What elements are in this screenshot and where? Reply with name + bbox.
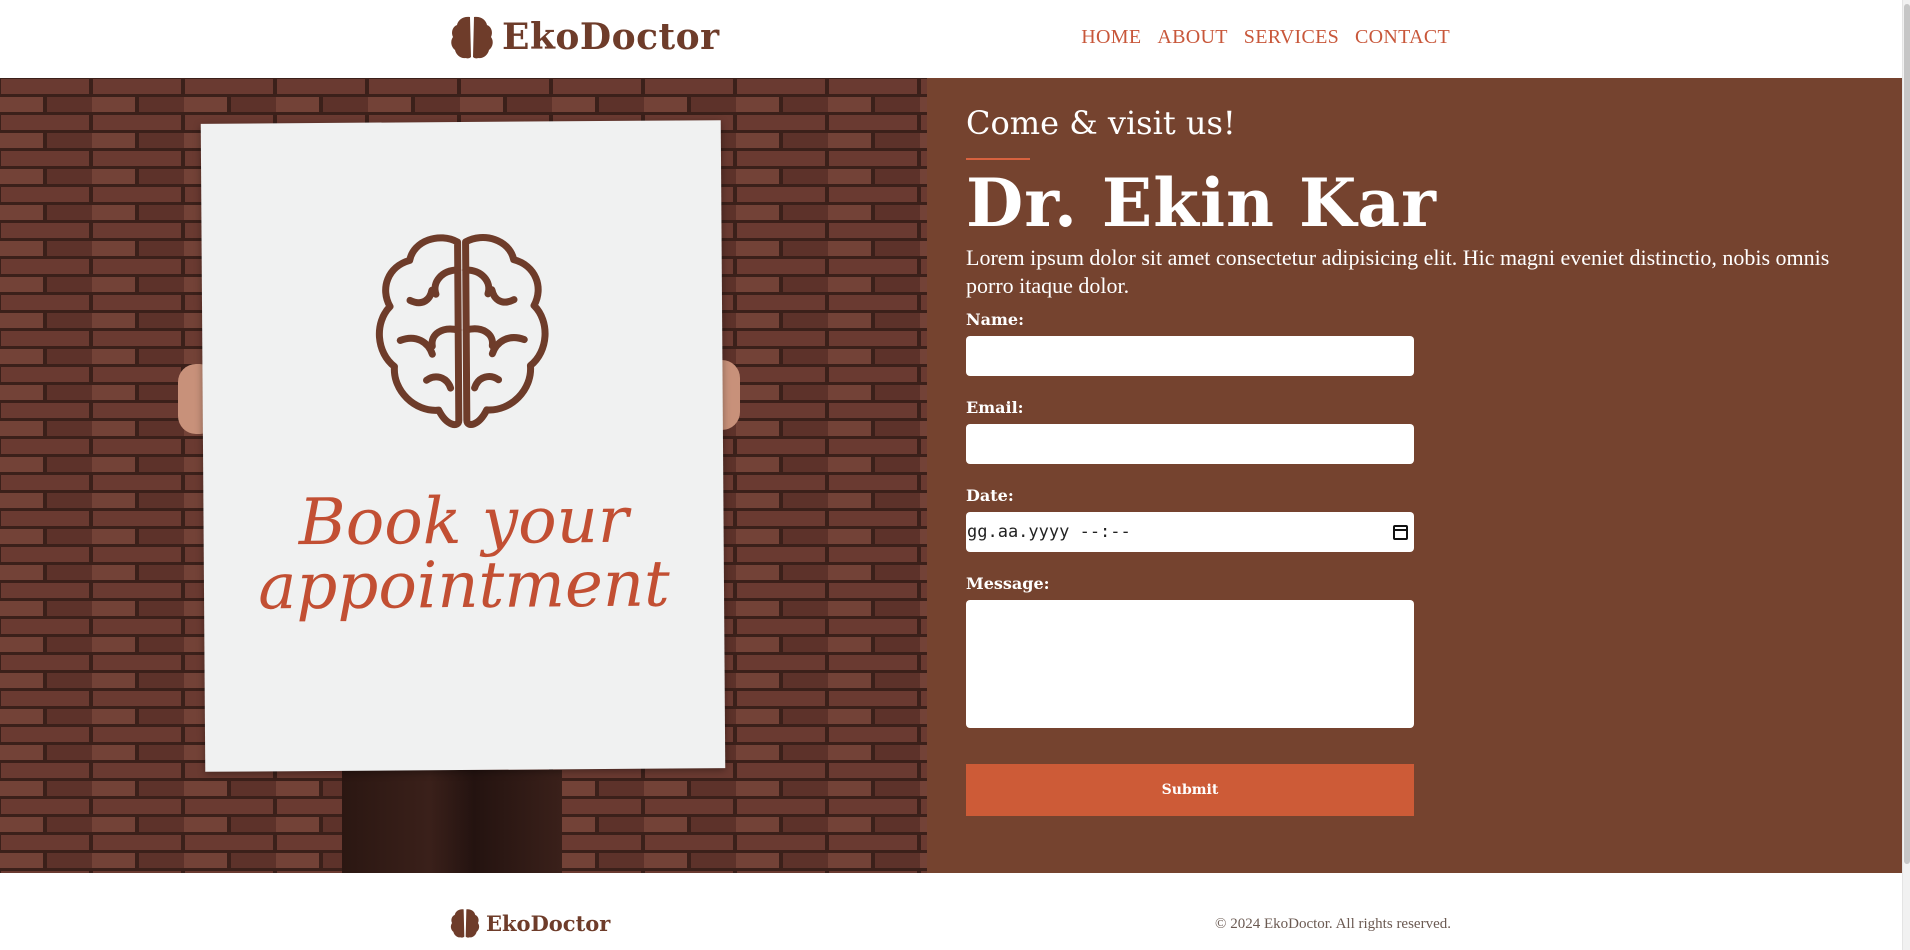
email-label: Email: xyxy=(966,398,1024,417)
contact-eyebrow: Come & visit us! xyxy=(966,104,1236,142)
poster-line-1: Book your xyxy=(298,483,629,561)
copyright-text: © 2024 EkoDoctor. All rights reserved. xyxy=(1215,916,1451,932)
person-legs xyxy=(342,770,562,873)
main-nav: HOME ABOUT SERVICES CONTACT xyxy=(1081,26,1450,49)
nav-services[interactable]: SERVICES xyxy=(1244,26,1339,49)
contact-panel: Come & visit us! Dr. Ekin Kar Lorem ipsu… xyxy=(927,78,1902,873)
brain-icon xyxy=(375,234,549,429)
site-footer: EkoDoctor © 2024 EkoDoctor. All rights r… xyxy=(0,873,1902,950)
calendar-icon[interactable] xyxy=(1393,524,1408,540)
site-header: EkoDoctor HOME ABOUT SERVICES CONTACT xyxy=(0,0,1902,78)
submit-button[interactable]: Submit xyxy=(966,764,1414,816)
eyebrow-divider xyxy=(966,158,1030,160)
name-field[interactable] xyxy=(966,336,1414,376)
date-label: Date: xyxy=(966,486,1014,505)
name-label: Name: xyxy=(966,310,1025,329)
email-field[interactable] xyxy=(966,424,1414,464)
scrollbar-thumb[interactable] xyxy=(1904,4,1910,864)
footer-logo-text: EkoDoctor xyxy=(486,910,611,936)
nav-home[interactable]: HOME xyxy=(1081,26,1141,49)
date-placeholder: gg.aa.yyyy --:-- xyxy=(967,522,1131,542)
doctor-name: Dr. Ekin Kar xyxy=(966,164,1437,242)
hero-image: Book your appointment xyxy=(0,78,927,873)
date-field[interactable]: gg.aa.yyyy --:-- xyxy=(966,512,1414,552)
nav-contact[interactable]: CONTACT xyxy=(1355,26,1450,49)
page-scrollbar[interactable] xyxy=(1902,0,1910,950)
appointment-poster: Book your appointment xyxy=(200,120,726,772)
message-label: Message: xyxy=(966,574,1050,593)
nav-about[interactable]: ABOUT xyxy=(1157,26,1227,49)
message-field[interactable] xyxy=(966,600,1414,728)
footer-logo[interactable]: EkoDoctor xyxy=(450,907,610,939)
header-logo[interactable]: EkoDoctor xyxy=(450,14,720,60)
poster-headline: Book your appointment xyxy=(203,483,724,625)
contact-intro: Lorem ipsum dolor sit amet consectetur a… xyxy=(966,245,1830,298)
brain-logo-icon xyxy=(450,909,480,938)
poster-line-2: appointment xyxy=(257,547,670,625)
brain-logo-icon xyxy=(451,16,493,59)
logo-text: EkoDoctor xyxy=(502,16,720,58)
